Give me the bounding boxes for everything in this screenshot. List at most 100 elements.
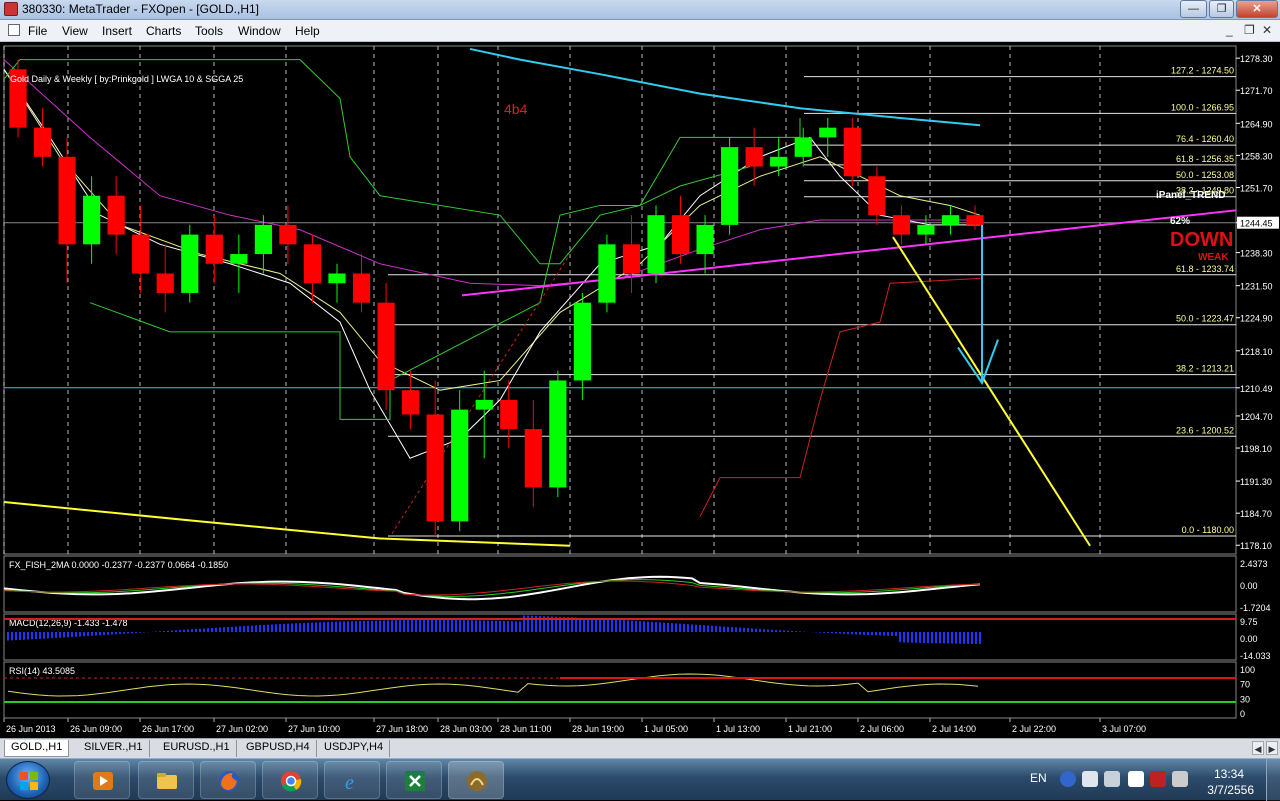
- candle-body: [279, 224, 297, 245]
- taskbar-explorer[interactable]: [138, 761, 194, 799]
- minimize-button[interactable]: —: [1180, 0, 1207, 18]
- help-icon[interactable]: [1060, 771, 1076, 787]
- metatrader-app-icon: [4, 2, 18, 16]
- fib-label: 23.6 - 1200.52: [1176, 425, 1234, 435]
- maximize-button[interactable]: ❐: [1209, 0, 1234, 18]
- price-axis-label: 1218.10: [1240, 347, 1273, 357]
- tab-usdjpy[interactable]: USDJPY,H4: [318, 740, 391, 757]
- indicator-scale-label: 0: [1240, 709, 1245, 719]
- menu-charts[interactable]: Charts: [146, 24, 181, 38]
- tray-expand-icon[interactable]: [1104, 771, 1120, 787]
- time-axis-label: 2 Jul 14:00: [932, 724, 976, 734]
- clock-date[interactable]: 3/7/2556: [1207, 783, 1254, 797]
- windows-logo-icon: [20, 772, 38, 790]
- candle-body: [819, 127, 837, 138]
- time-axis-label: 27 Jun 02:00: [216, 724, 268, 734]
- taskbar-ie[interactable]: e: [324, 761, 380, 799]
- candle-body: [598, 244, 616, 303]
- child-minimize-icon[interactable]: _: [1226, 23, 1233, 37]
- indicator-scale-label: 70: [1240, 680, 1250, 690]
- candle-body: [107, 195, 125, 235]
- candle-body: [622, 244, 641, 274]
- taskbar-metatrader[interactable]: [448, 761, 504, 799]
- candle-body: [941, 215, 960, 225]
- window-title: 380330: MetaTrader - FXOpen - [GOLD.,H1]: [22, 2, 259, 16]
- child-restore-icon[interactable]: ❐: [1244, 23, 1255, 37]
- tab-gbpusd[interactable]: GBPUSD,H4: [240, 740, 317, 757]
- menu-view[interactable]: View: [62, 24, 88, 38]
- candle-body: [843, 127, 861, 177]
- time-axis-label: 1 Jul 05:00: [644, 724, 688, 734]
- candle-body: [352, 273, 371, 303]
- firefox-icon: [219, 771, 239, 791]
- taskbar-chrome[interactable]: [262, 761, 318, 799]
- candle-body: [647, 215, 665, 274]
- metatrader-icon: [467, 771, 487, 791]
- tab-gold[interactable]: GOLD.,H1: [4, 740, 70, 757]
- candle-body: [475, 399, 493, 410]
- excel-icon: [405, 771, 425, 791]
- candle-body: [549, 380, 567, 488]
- fib-label: 61.8 - 1233.74: [1176, 264, 1234, 274]
- close-button[interactable]: ✕: [1236, 0, 1278, 18]
- folder-icon: [157, 773, 177, 789]
- indicator-pane-label: RSI(14) 43.5085: [9, 666, 75, 676]
- candle-body: [303, 244, 322, 284]
- ipanel-strength: WEAK: [1198, 252, 1229, 263]
- time-axis-label: 28 Jun 19:00: [572, 724, 624, 734]
- time-axis-label: 2 Jul 06:00: [860, 724, 904, 734]
- indicator-scale-label: 0.00: [1240, 581, 1258, 591]
- action-center-icon[interactable]: [1128, 771, 1144, 787]
- indicator-scale-label: 2.4373: [1240, 559, 1268, 569]
- time-axis-label: 26 Jun 2013: [6, 724, 56, 734]
- network-icon[interactable]: [1172, 771, 1188, 787]
- gold-h1-chart[interactable]: 127.2 - 1274.50 100.0 - 1266.95 76.4 - 126…: [0, 42, 1280, 738]
- fib-label: 61.8 - 1256.35: [1176, 154, 1234, 164]
- menu-tools[interactable]: Tools: [195, 24, 223, 38]
- price-axis-label: 1184.70: [1240, 509, 1272, 519]
- tab-scroll-left-icon[interactable]: ◀: [1252, 741, 1264, 755]
- indicator-pane-border: [3, 661, 1237, 719]
- time-axis-label: 26 Jun 17:00: [142, 724, 194, 734]
- candle-body: [966, 215, 984, 225]
- candle-body: [770, 156, 788, 167]
- price-axis-label: 1224.90: [1240, 314, 1273, 324]
- tab-silver[interactable]: SILVER.,H1: [78, 740, 150, 757]
- child-close-icon[interactable]: ✕: [1262, 23, 1272, 37]
- candle-body: [892, 215, 910, 235]
- indicator-label: Gold Daily & Weekly [ by:Prinkgold ] LWG…: [10, 74, 243, 84]
- menu-file[interactable]: File: [28, 24, 47, 38]
- keyboard-icon[interactable]: [1082, 771, 1098, 787]
- internet-explorer-icon: e: [345, 772, 354, 793]
- taskbar-firefox[interactable]: [200, 761, 256, 799]
- menu-insert[interactable]: Insert: [102, 24, 132, 38]
- candle-body: [524, 429, 542, 488]
- fib-label: 50.0 - 1223.47: [1176, 314, 1234, 324]
- start-button[interactable]: [6, 761, 50, 799]
- document-icon[interactable]: [8, 24, 20, 36]
- watermark-text: 4b4: [504, 101, 528, 117]
- taskbar-media-player[interactable]: [74, 761, 130, 799]
- taskbar-excel[interactable]: [386, 761, 442, 799]
- tab-eurusd[interactable]: EURUSD.,H1: [157, 740, 237, 757]
- menu-help[interactable]: Help: [295, 24, 320, 38]
- price-axis-label: 1210.49: [1240, 384, 1273, 394]
- menu-window[interactable]: Window: [238, 24, 281, 38]
- system-tray: EN 13:34 3/7/2556: [1020, 759, 1280, 801]
- time-axis-label: 3 Jul 07:00: [1102, 724, 1146, 734]
- chart-tab-bar: GOLD.,H1 SILVER.,H1 EURUSD.,H1 GBPUSD,H4…: [0, 738, 1280, 758]
- price-axis-label: 1251.70: [1240, 183, 1273, 193]
- indicator-pane-label: FX_FISH_2MA 0.0000 -0.2377 -0.2377 0.066…: [9, 560, 228, 570]
- indicator-scale-label: -1.7204: [1240, 603, 1271, 613]
- price-axis-label: 1271.70: [1240, 86, 1273, 96]
- candle-body: [33, 127, 52, 157]
- indicator-scale-label: 0.00: [1240, 634, 1258, 644]
- language-indicator[interactable]: EN: [1030, 771, 1047, 785]
- volume-icon[interactable]: [1150, 771, 1166, 787]
- chart-window[interactable]: 127.2 - 1274.50 100.0 - 1266.95 76.4 - 126…: [0, 42, 1280, 738]
- price-axis-label: 1258.30: [1240, 151, 1273, 161]
- clock-time[interactable]: 13:34: [1214, 767, 1244, 781]
- candle-body: [868, 176, 886, 216]
- tab-scroll-right-icon[interactable]: ▶: [1266, 741, 1278, 755]
- show-desktop-button[interactable]: [1266, 759, 1280, 801]
